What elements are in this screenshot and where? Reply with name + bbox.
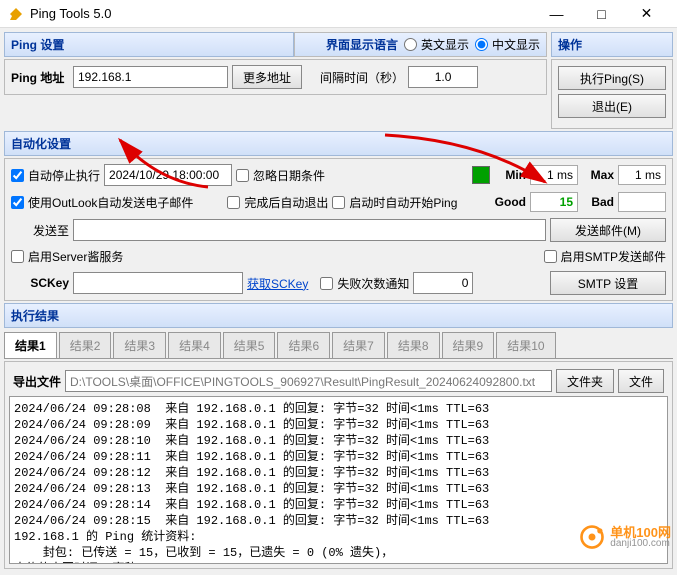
- get-sckey-link[interactable]: 获取SCKey: [247, 275, 308, 292]
- good-label: Good: [494, 195, 526, 209]
- automation-fieldset: 自动停止执行 忽略日期条件 Min 1 ms Max 1 ms 使用OutLoo…: [4, 158, 673, 301]
- fail-notify-checkbox[interactable]: 失败次数通知: [320, 275, 409, 292]
- serverchan-checkbox[interactable]: 启用Server酱服务: [11, 248, 123, 265]
- result-tab-8[interactable]: 结果8: [387, 332, 440, 358]
- result-tab-9[interactable]: 结果9: [442, 332, 495, 358]
- good-value: 15: [530, 192, 578, 212]
- ping-address-input[interactable]: [73, 66, 228, 88]
- results-fieldset: 导出文件 文件夹 文件 2024/06/24 09:28:08 来自 192.1…: [4, 361, 673, 569]
- bad-value: [618, 192, 666, 212]
- ping-section-header: Ping 设置: [4, 32, 294, 57]
- watermark-icon: [578, 523, 606, 551]
- watermark-url: danji100.com: [610, 539, 671, 549]
- max-label: Max: [582, 168, 614, 182]
- ops-fieldset: 执行Ping(S) 退出(E): [551, 59, 673, 129]
- sendto-label: 发送至: [11, 222, 69, 239]
- language-label: 界面显示语言: [326, 36, 398, 53]
- sckey-label: SCKey: [11, 276, 69, 290]
- result-tab-3[interactable]: 结果3: [113, 332, 166, 358]
- result-tab-2[interactable]: 结果2: [59, 332, 112, 358]
- watermark-name: 单机100网: [610, 526, 671, 539]
- status-indicator: [472, 166, 490, 184]
- interval-label: 间隔时间（秒）: [320, 69, 404, 86]
- result-tab-5[interactable]: 结果5: [223, 332, 276, 358]
- exit-button[interactable]: 退出(E): [558, 94, 666, 118]
- ping-address-label: Ping 地址: [11, 69, 69, 86]
- watermark: 单机100网 danji100.com: [578, 523, 671, 551]
- language-bar: 界面显示语言 英文显示 中文显示: [294, 32, 547, 57]
- auto-start-checkbox[interactable]: 启动时自动开始Ping: [332, 194, 457, 211]
- minimize-button[interactable]: —: [534, 0, 579, 28]
- fail-count-input[interactable]: [413, 272, 473, 294]
- lang-english-radio[interactable]: 英文显示: [404, 36, 469, 53]
- export-path-input[interactable]: [65, 370, 552, 392]
- execute-ping-button[interactable]: 执行Ping(S): [558, 66, 666, 90]
- max-value: 1 ms: [618, 165, 666, 185]
- result-tab-6[interactable]: 结果6: [277, 332, 330, 358]
- sendto-input[interactable]: [73, 219, 546, 241]
- bad-label: Bad: [582, 195, 614, 209]
- autostop-checkbox[interactable]: 自动停止执行: [11, 167, 100, 184]
- results-header: 执行结果: [4, 303, 673, 328]
- folder-button[interactable]: 文件夹: [556, 369, 614, 393]
- result-log[interactable]: 2024/06/24 09:28:08 来自 192.168.0.1 的回复: …: [9, 396, 668, 564]
- min-label: Min: [494, 168, 526, 182]
- sckey-input[interactable]: [73, 272, 243, 294]
- min-value: 1 ms: [530, 165, 578, 185]
- result-tabs: 结果1结果2结果3结果4结果5结果6结果7结果8结果9结果10: [4, 332, 673, 359]
- file-button[interactable]: 文件: [618, 369, 664, 393]
- result-tab-1[interactable]: 结果1: [4, 332, 57, 358]
- ignore-date-checkbox[interactable]: 忽略日期条件: [236, 167, 325, 184]
- smtp-enable-checkbox[interactable]: 启用SMTP发送邮件: [544, 248, 666, 265]
- result-tab-7[interactable]: 结果7: [332, 332, 385, 358]
- autostop-datetime-input[interactable]: [104, 164, 232, 186]
- ping-fieldset: Ping 地址 更多地址 间隔时间（秒）: [4, 59, 547, 95]
- maximize-button[interactable]: □: [579, 0, 624, 28]
- close-button[interactable]: ✕: [624, 0, 669, 28]
- interval-input[interactable]: [408, 66, 478, 88]
- more-address-button[interactable]: 更多地址: [232, 65, 302, 89]
- result-tab-10[interactable]: 结果10: [496, 332, 555, 358]
- automation-header: 自动化设置: [4, 131, 673, 156]
- export-label: 导出文件: [13, 373, 61, 390]
- result-tab-4[interactable]: 结果4: [168, 332, 221, 358]
- window-title: Ping Tools 5.0: [30, 6, 534, 21]
- titlebar: Ping Tools 5.0 — □ ✕: [0, 0, 677, 28]
- app-icon: [8, 6, 24, 22]
- ops-header: 操作: [551, 32, 673, 57]
- send-mail-button[interactable]: 发送邮件(M): [550, 218, 666, 242]
- lang-chinese-radio[interactable]: 中文显示: [475, 36, 540, 53]
- smtp-settings-button[interactable]: SMTP 设置: [550, 271, 666, 295]
- outlook-checkbox[interactable]: 使用OutLook自动发送电子邮件: [11, 194, 193, 211]
- auto-exit-checkbox[interactable]: 完成后自动退出: [227, 194, 328, 211]
